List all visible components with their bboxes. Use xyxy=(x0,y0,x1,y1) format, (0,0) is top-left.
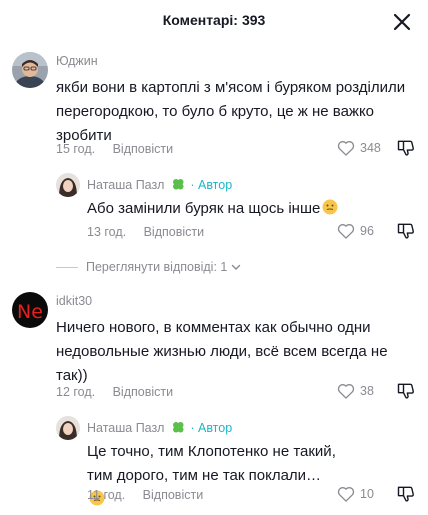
comment-text: Або замінили буряк на щось інше xyxy=(87,197,407,221)
comment-username[interactable]: idkit30 xyxy=(56,294,92,308)
reply-button[interactable]: Відповісти xyxy=(144,225,205,239)
like-button[interactable]: 10 xyxy=(336,484,374,504)
like-count: 348 xyxy=(360,141,381,155)
dislike-icon xyxy=(397,140,414,156)
comment-meta: 15 год. Відповісти xyxy=(56,142,173,156)
comments-title-label: Коментарі: xyxy=(162,12,238,28)
avatar-letters: Ne xyxy=(17,301,43,323)
dislike-button[interactable] xyxy=(396,381,416,406)
heart-icon xyxy=(337,487,355,502)
comment-meta: 13 год. Відповісти xyxy=(87,225,204,239)
close-button[interactable] xyxy=(390,10,414,34)
username-text: Наташа Пазл xyxy=(87,178,165,192)
divider-line xyxy=(56,266,78,268)
like-button[interactable]: 38 xyxy=(336,381,374,401)
comments-title: Коментарі: 393 xyxy=(0,12,428,28)
comment-meta: 11 год. Відповісти xyxy=(87,488,203,502)
dislike-icon xyxy=(397,383,414,399)
comment-username[interactable]: Наташа Пазл · Автор xyxy=(87,177,232,192)
comment-time: 11 год. xyxy=(87,488,126,502)
comment-username[interactable]: Наташа Пазл · Автор xyxy=(87,420,232,435)
like-button[interactable]: 348 xyxy=(336,138,381,158)
view-replies-button[interactable]: Переглянути відповіді: 1 xyxy=(56,260,242,274)
author-badge: · Автор xyxy=(190,421,233,435)
dislike-button[interactable] xyxy=(396,138,416,163)
reply-button[interactable]: Відповісти xyxy=(113,385,174,399)
avatar[interactable] xyxy=(56,416,80,440)
avatar[interactable] xyxy=(56,173,80,197)
like-count: 96 xyxy=(360,224,374,238)
avatar[interactable]: Ne xyxy=(12,292,48,328)
like-count: 10 xyxy=(360,487,374,501)
like-button[interactable]: 96 xyxy=(336,221,374,241)
comment-time: 15 год. xyxy=(56,142,96,156)
heart-icon xyxy=(337,384,355,399)
dislike-button[interactable] xyxy=(396,221,416,246)
dislike-icon xyxy=(397,223,414,239)
close-icon xyxy=(393,13,411,31)
comment-text: Ничего нового, в комментах как обычно од… xyxy=(56,319,388,384)
username-text: Наташа Пазл xyxy=(87,421,165,435)
reply-button[interactable]: Відповісти xyxy=(113,142,174,156)
emoji-icon xyxy=(322,199,338,215)
clover-icon xyxy=(172,422,184,433)
dislike-button[interactable] xyxy=(396,484,416,509)
comments-header: Коментарі: 393 xyxy=(0,0,428,44)
avatar[interactable] xyxy=(12,52,48,88)
heart-icon xyxy=(337,141,355,156)
comment-text-body: Або замінили буряк на щось інше xyxy=(87,200,321,217)
comments-count: 393 xyxy=(241,12,266,28)
comment-time: 12 год. xyxy=(56,385,96,399)
view-replies-label: Переглянути відповіді: 1 xyxy=(86,260,228,274)
dislike-icon xyxy=(397,486,414,502)
reply-button[interactable]: Відповісти xyxy=(143,488,204,502)
clover-icon xyxy=(172,179,184,190)
chevron-down-icon xyxy=(232,264,241,270)
comment-time: 13 год. xyxy=(87,225,127,239)
author-badge: · Автор xyxy=(190,178,233,192)
like-count: 38 xyxy=(360,384,374,398)
heart-icon xyxy=(337,224,355,239)
comment-text-body: Це точно, тим Клопотенко не такий, тим д… xyxy=(87,443,336,484)
comment-username[interactable]: Юджин xyxy=(56,54,98,68)
comment-meta: 12 год. Відповісти xyxy=(56,385,173,399)
